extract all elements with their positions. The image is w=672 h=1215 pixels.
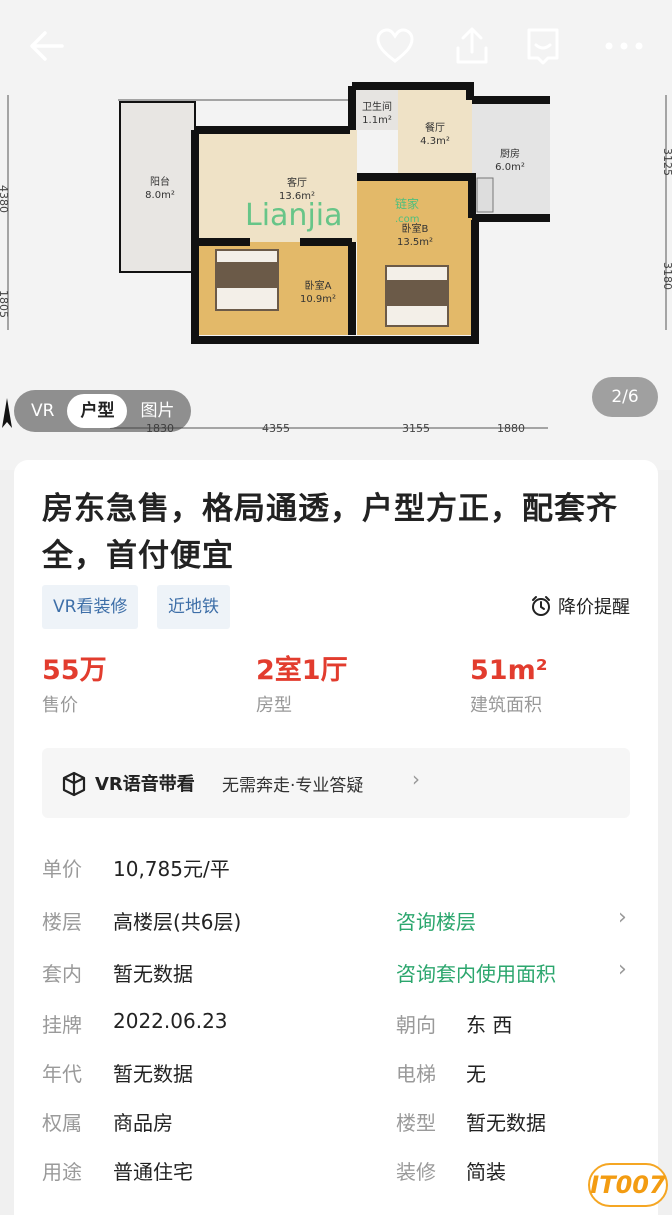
listed-value: 2022.06.23 <box>113 1009 228 1033</box>
chevron-right-icon: › <box>412 767 420 791</box>
price-alert-button[interactable]: 降价提醒 <box>530 593 630 619</box>
elevator-value: 无 <box>466 1062 486 1086</box>
dim-bottom-4: 1880 <box>497 422 525 435</box>
stat-layout-label: 房型 <box>256 695 292 716</box>
vr-tour-title: VR语音带看 <box>95 774 195 795</box>
bed-b-cover <box>386 280 448 306</box>
age-value: 暂无数据 <box>113 1062 193 1086</box>
usage-value: 普通住宅 <box>113 1160 193 1184</box>
tab-photos[interactable]: 图片 <box>127 394 187 428</box>
chevron-right-icon: › <box>618 957 627 982</box>
dining-label: 餐厅 <box>425 121 445 134</box>
lianjia-watermark-com: .com <box>395 214 420 225</box>
tag-near-subway[interactable]: 近地铁 <box>157 585 230 629</box>
ownership-value: 商品房 <box>113 1111 173 1135</box>
kitchen-area: 6.0m² <box>495 162 525 173</box>
dim-right-2: 3180 <box>661 262 672 290</box>
tab-vr[interactable]: VR <box>18 394 67 428</box>
age-label: 年代 <box>42 1062 82 1086</box>
photo-gallery[interactable]: 阳台 8.0m² 客厅 13.6m² 卫生间 1.1m² 餐厅 4.3m² 厨房… <box>0 0 672 470</box>
chevron-right-icon: › <box>618 905 627 930</box>
price-alert-label: 降价提醒 <box>558 597 630 618</box>
living-label: 客厅 <box>287 176 307 189</box>
dining-area: 4.3m² <box>420 136 450 147</box>
decoration-value: 简装 <box>466 1160 506 1184</box>
alarm-clock-icon <box>532 596 550 616</box>
dim-left-1: 4380 <box>0 185 10 213</box>
dim-left-2: 1805 <box>0 290 10 318</box>
bed-a-cover <box>216 262 278 288</box>
decoration-label: 装修 <box>396 1160 436 1184</box>
consult-inner-area-link[interactable]: 咨询套内使用面积 <box>396 958 556 987</box>
stove-icon <box>476 177 494 213</box>
floor-label: 楼层 <box>42 910 82 934</box>
usage-label: 用途 <box>42 1160 82 1184</box>
stat-layout-value: 2室1厅 <box>256 655 348 686</box>
elevator-label: 电梯 <box>396 1062 436 1086</box>
ownership-label: 权属 <box>42 1111 82 1135</box>
floor-value: 高楼层(共6层) <box>113 910 242 934</box>
dim-bottom-2: 4355 <box>262 422 290 435</box>
listing-card: 房东急售，格局通透，户型方正，配套齐全，首付便宜 VR看装修 近地铁 降价提醒 … <box>14 460 658 1215</box>
orientation-value: 东 西 <box>466 1013 513 1037</box>
building-type-label: 楼型 <box>396 1111 436 1135</box>
inner-area-value: 暂无数据 <box>113 962 193 986</box>
stat-layout: 2室1厅 房型 <box>256 653 348 717</box>
stat-area: 51m² 建筑面积 <box>470 653 548 717</box>
unit-price-value: 10,785元/平 <box>113 857 230 881</box>
vr-tour-desc: 无需奔走·专业答疑 <box>222 776 364 796</box>
lianjia-watermark: Lianjia <box>245 198 343 233</box>
listed-label: 挂牌 <box>42 1013 82 1037</box>
vr-guided-tour-banner[interactable]: VR语音带看 无需奔走·专业答疑 › <box>42 748 630 818</box>
orientation-label: 朝向 <box>396 1013 436 1037</box>
lianjia-watermark-cn: 链家 <box>395 196 419 211</box>
more-icon[interactable] <box>604 38 644 54</box>
stat-area-value: 51m² <box>470 655 548 686</box>
listing-page: 阳台 8.0m² 客厅 13.6m² 卫生间 1.1m² 餐厅 4.3m² 厨房… <box>0 0 672 1215</box>
dim-bottom-3: 3155 <box>402 422 430 435</box>
kitchen-label: 厨房 <box>500 147 520 160</box>
it007-watermark-badge: IT007 <box>588 1163 668 1207</box>
stat-area-label: 建筑面积 <box>470 695 542 716</box>
image-counter: 2/6 <box>592 377 658 417</box>
tag-vr-decor[interactable]: VR看装修 <box>42 585 139 629</box>
building-type-value: 暂无数据 <box>466 1111 546 1135</box>
vr-cube-icon <box>62 771 86 797</box>
tab-floorplan[interactable]: 户型 <box>67 394 128 428</box>
balcony-label: 阳台 <box>150 175 170 188</box>
gallery-tabs: VR 户型 图片 <box>14 390 192 432</box>
consult-floor-link[interactable]: 咨询楼层 <box>396 906 476 935</box>
stat-price: 55万 售价 <box>42 653 107 717</box>
bedroom-a-label: 卧室A <box>305 279 332 292</box>
bath-area: 1.1m² <box>362 115 392 126</box>
floor-plan: 阳台 8.0m² 客厅 13.6m² 卫生间 1.1m² 餐厅 4.3m² 厨房… <box>0 82 672 435</box>
dim-right-1: 3125 <box>661 148 672 176</box>
unit-price-label: 单价 <box>42 857 82 881</box>
listing-title: 房东急售，格局通透，户型方正，配套齐全，首付便宜 <box>42 491 618 574</box>
stat-price-value: 55万 <box>42 655 107 686</box>
arrow-left-icon[interactable] <box>28 30 66 62</box>
inner-area-label: 套内 <box>42 962 82 986</box>
stat-price-label: 售价 <box>42 695 78 716</box>
bedroom-a-area: 10.9m² <box>300 294 336 305</box>
bedroom-b-area: 13.5m² <box>397 237 433 248</box>
compass-icon <box>2 398 12 428</box>
balcony-area: 8.0m² <box>145 190 175 201</box>
bath-label: 卫生间 <box>362 100 392 113</box>
